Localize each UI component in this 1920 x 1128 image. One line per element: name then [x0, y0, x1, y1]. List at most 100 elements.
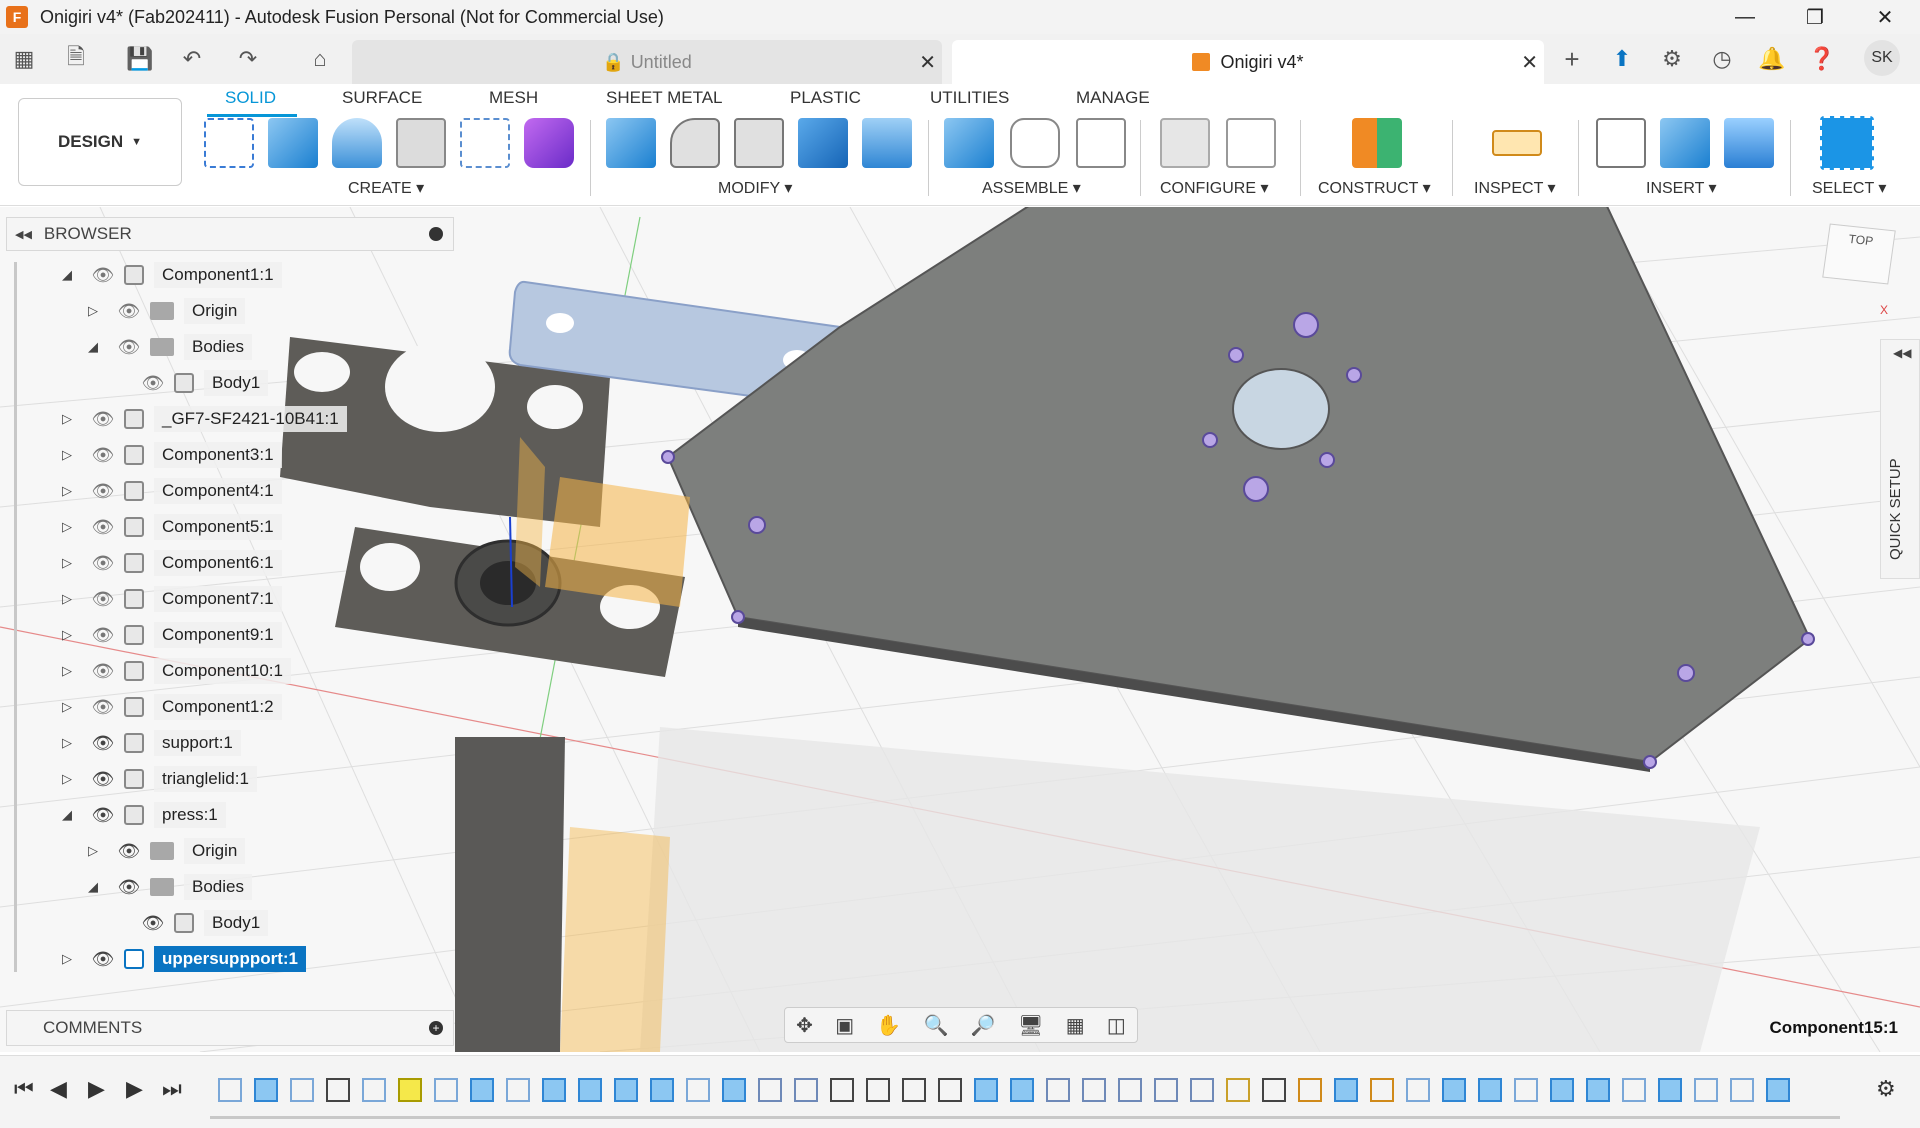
visibility-hidden-icon[interactable]: 👁 [116, 337, 142, 358]
timeline-settings-icon[interactable]: ⚙ [1876, 1076, 1896, 1102]
timeline-sketch-icon[interactable] [506, 1078, 530, 1102]
tree-item[interactable]: ▷ 👁 Origin [84, 836, 246, 866]
avatar[interactable]: SK [1864, 40, 1900, 76]
tree-item[interactable]: ▷ 👁 Origin [84, 296, 246, 326]
expand-caret-icon[interactable]: ▷ [58, 663, 76, 679]
timeline-move-icon[interactable] [866, 1078, 890, 1102]
visibility-hidden-icon[interactable]: 👁 [90, 481, 116, 502]
collapse-caret-icon[interactable]: ◢ [84, 339, 102, 355]
go-to-end-icon[interactable]: ⏭ [162, 1076, 182, 1102]
view-cube[interactable]: TOP [1822, 223, 1896, 285]
split-body-icon[interactable] [862, 118, 912, 168]
visibility-hidden-icon[interactable]: 👁 [90, 589, 116, 610]
look-at-icon[interactable]: ▣ [835, 1013, 854, 1038]
timeline-extrude-icon[interactable] [722, 1078, 746, 1102]
tab-plastic[interactable]: PLASTIC [790, 88, 861, 108]
timeline-sketch-icon[interactable] [686, 1078, 710, 1102]
bom-table-icon[interactable] [1076, 118, 1126, 168]
visibility-hidden-icon[interactable]: 👁 [90, 517, 116, 538]
save-icon[interactable]: 💾 [124, 44, 156, 74]
group-construct[interactable]: CONSTRUCT ▾ [1318, 178, 1431, 198]
expand-caret-icon[interactable]: ▷ [58, 951, 76, 967]
timeline-joint-icon[interactable] [1118, 1078, 1142, 1102]
tree-item[interactable]: ▷ 👁 Component9:1 [58, 620, 282, 650]
visibility-hidden-icon[interactable]: 👁 [90, 265, 116, 286]
zoom-icon[interactable]: 🔍 [924, 1013, 949, 1038]
timeline-sketch-icon[interactable] [290, 1078, 314, 1102]
timeline-extrude-icon[interactable] [974, 1078, 998, 1102]
grid-settings-icon[interactable]: ▦ [1066, 1013, 1085, 1038]
visibility-eye-icon[interactable]: 👁 [140, 913, 166, 934]
home-icon[interactable]: ⌂ [304, 44, 336, 74]
timeline-joint-icon[interactable] [1046, 1078, 1070, 1102]
timeline-extrude-icon[interactable] [614, 1078, 638, 1102]
timeline-sketch-icon[interactable] [1730, 1078, 1754, 1102]
expand-caret-icon[interactable]: ▷ [58, 735, 76, 751]
upload-icon[interactable]: ⬆ [1606, 44, 1638, 74]
timeline-plane-icon[interactable] [1298, 1078, 1322, 1102]
group-configure[interactable]: CONFIGURE ▾ [1160, 178, 1268, 198]
visibility-hidden-icon[interactable]: 👁 [90, 553, 116, 574]
redo-icon[interactable]: ↷ [232, 44, 264, 74]
viewports-icon[interactable]: ◫ [1107, 1013, 1126, 1038]
tree-item[interactable]: ▷ 👁 _GF7-SF2421-10B41:1 [58, 404, 347, 434]
visibility-eye-icon[interactable]: 👁 [90, 769, 116, 790]
tree-item[interactable]: ◢ 👁 press:1 [58, 800, 226, 830]
insert-derive-icon[interactable] [1596, 118, 1646, 168]
timeline-sketch-icon[interactable] [1514, 1078, 1538, 1102]
timeline-plane-icon[interactable] [1370, 1078, 1394, 1102]
comments-panel[interactable]: COMMENTS + [6, 1010, 454, 1046]
tree-item[interactable]: ▷ 👁 support:1 [58, 728, 241, 758]
timeline-joint-icon[interactable] [1190, 1078, 1214, 1102]
tree-item-selected[interactable]: ▷ 👁 uppersuppport:1 [58, 944, 306, 974]
revolve-icon[interactable] [332, 118, 382, 168]
pattern-icon[interactable] [460, 118, 510, 168]
visibility-hidden-icon[interactable]: 👁 [90, 625, 116, 646]
browser-panel-header[interactable]: ◀◀ BROWSER [6, 217, 454, 251]
new-component-icon[interactable] [944, 118, 994, 168]
minimize-button[interactable]: — [1710, 0, 1780, 34]
expand-caret-icon[interactable]: ▷ [58, 447, 76, 463]
expand-caret-icon[interactable]: ▷ [58, 411, 76, 427]
expand-caret-icon[interactable]: ▷ [84, 843, 102, 859]
timeline-extrude-icon[interactable] [1550, 1078, 1574, 1102]
tree-item[interactable]: 👁 Body1 [128, 908, 269, 938]
group-create[interactable]: CREATE ▾ [348, 178, 424, 198]
measure-icon[interactable] [1492, 130, 1542, 156]
configure-icon[interactable] [1160, 118, 1210, 168]
grid-icon[interactable]: ▦ [8, 44, 40, 74]
timeline-extrude-icon[interactable] [1442, 1078, 1466, 1102]
tab-surface[interactable]: SURFACE [342, 88, 422, 108]
visibility-hidden-icon[interactable]: 👁 [116, 301, 142, 322]
timeline-extrude-icon[interactable] [1334, 1078, 1358, 1102]
minimize-panel-icon[interactable] [429, 227, 443, 241]
tree-item[interactable]: ▷ 👁 Component1:2 [58, 692, 282, 722]
visibility-eye-icon[interactable]: 👁 [116, 877, 142, 898]
timeline-sketch-icon[interactable] [398, 1078, 422, 1102]
timeline-scrollbar[interactable] [210, 1116, 1840, 1119]
timeline-extrude-icon[interactable] [578, 1078, 602, 1102]
help-icon[interactable]: ❓ [1806, 44, 1838, 74]
timeline-appearance-icon[interactable] [1226, 1078, 1250, 1102]
tree-item[interactable]: 👁 Body1 [128, 368, 269, 398]
tree-item[interactable]: ◢ 👁 Bodies [84, 332, 252, 362]
visibility-eye-icon[interactable]: 👁 [116, 841, 142, 862]
expand-caret-icon[interactable]: ▷ [58, 627, 76, 643]
close-window-button[interactable]: ✕ [1850, 0, 1920, 34]
file-icon[interactable]: 🗎 [60, 44, 92, 74]
tree-item[interactable]: ◢ 👁 Bodies [84, 872, 252, 902]
visibility-eye-icon[interactable]: 👁 [90, 949, 116, 970]
timeline-move-icon[interactable] [938, 1078, 962, 1102]
offset-plane-icon[interactable] [1352, 118, 1402, 168]
shell-icon[interactable] [734, 118, 784, 168]
quick-setup-panel[interactable]: ◀◀ QUICK SETUP [1880, 339, 1920, 579]
browser-scrollbar[interactable] [14, 262, 17, 972]
tab-sheet-metal[interactable]: SHEET METAL [606, 88, 723, 108]
timeline-extrude-icon[interactable] [254, 1078, 278, 1102]
extensions-icon[interactable]: ⚙ [1656, 44, 1688, 74]
visibility-eye-icon[interactable]: 👁 [90, 733, 116, 754]
timeline-sketch-icon[interactable] [434, 1078, 458, 1102]
orbit-icon[interactable]: ✥ [796, 1013, 813, 1038]
tab-manage[interactable]: MANAGE [1076, 88, 1150, 108]
fit-icon[interactable]: 🔎 [971, 1013, 996, 1038]
